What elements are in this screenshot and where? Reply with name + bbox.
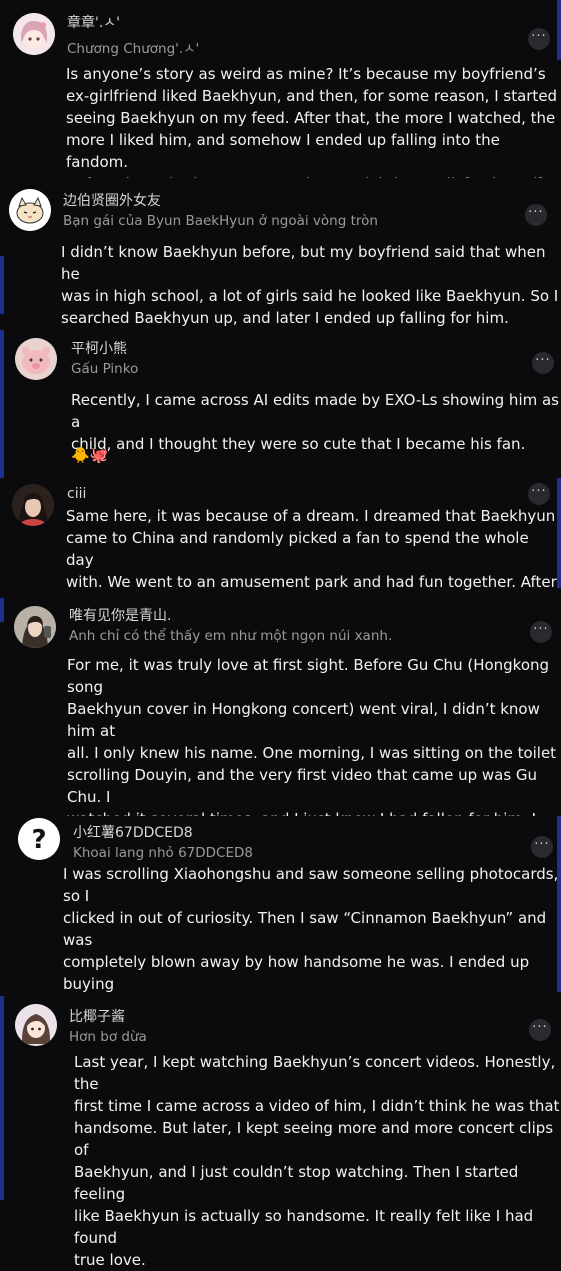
commenter-name-translation: Chương Chương'.ㅅ' — [67, 41, 200, 57]
comment-card: 章章'.ㅅ' Chương Chương'.ㅅ' ··· Is anyone’s… — [0, 0, 561, 193]
more-options-icon[interactable]: ··· — [528, 483, 550, 505]
commenter-name[interactable]: 边伯贤圈外女友 — [63, 190, 161, 210]
avatar[interactable] — [15, 338, 57, 380]
commenter-name-translation: Gấu Pinko — [71, 361, 139, 377]
commenter-name[interactable]: 唯有见你是青山. — [69, 605, 171, 625]
avatar[interactable] — [9, 189, 51, 231]
more-options-icon[interactable]: ··· — [531, 836, 553, 858]
svg-text:?: ? — [31, 825, 46, 855]
avatar[interactable] — [15, 1004, 57, 1046]
avatar[interactable] — [12, 484, 54, 526]
comment-card: ciii ··· Same here, it was because of a … — [0, 478, 561, 635]
comment-text: Recently, I came across AI edits made by… — [71, 391, 559, 453]
accent-bar — [557, 0, 561, 60]
comment-card: 比椰子酱 Hơn bơ dừa ··· Last year, I kept wa… — [0, 996, 561, 1269]
more-options-icon[interactable]: ··· — [529, 1019, 551, 1041]
comment-card: 边伯贤圈外女友 Bạn gái của Byun BaekHyun ở ngoà… — [0, 178, 561, 327]
accent-bar — [0, 330, 4, 480]
avatar[interactable] — [13, 13, 55, 55]
more-options-icon[interactable]: ··· — [528, 28, 550, 50]
comment-text: Last year, I kept watching Baekhyun’s co… — [74, 1053, 560, 1269]
avatar[interactable]: ? — [18, 818, 60, 860]
comment-card: 唯有见你是青山. Anh chỉ có thể thấy em như một … — [0, 598, 561, 916]
accent-bar — [0, 256, 4, 314]
commenter-name-translation: Bạn gái của Byun BaekHyun ở ngoài vòng t… — [63, 213, 378, 229]
more-options-icon[interactable]: ··· — [525, 204, 547, 226]
more-options-icon[interactable]: ··· — [530, 621, 552, 643]
comment-text: Is anyone’s story as weird as mine? It’s… — [66, 65, 558, 193]
accent-bar — [0, 996, 4, 1200]
comment-card: 平柯小熊 Gấu Pinko ··· Recently, I came acro… — [0, 330, 561, 480]
reaction-emojis: 🐥🐙 — [71, 446, 109, 464]
more-options-icon[interactable]: ··· — [532, 352, 554, 374]
avatar[interactable] — [14, 606, 56, 648]
question-mark-icon: ? — [18, 818, 60, 860]
commenter-name[interactable]: 小红薯67DDCED8 — [73, 822, 193, 842]
commenter-name-translation: Anh chỉ có thể thấy em như một ngọn núi … — [69, 628, 393, 644]
comment-text: I didn’t know Baekhyun before, but my bo… — [61, 243, 559, 327]
commenter-name-translation: Hơn bơ dừa — [69, 1029, 147, 1045]
comment-card: ? 小红薯67DDCED8 Khoai lang nhỏ 67DDCED8 ··… — [0, 816, 561, 1103]
accent-bar — [0, 598, 4, 622]
commenter-name[interactable]: 比椰子酱 — [69, 1006, 125, 1026]
commenter-name[interactable]: 章章'.ㅅ' — [67, 12, 120, 32]
commenter-name[interactable]: 平柯小熊 — [71, 338, 127, 358]
commenter-name[interactable]: ciii — [67, 486, 86, 502]
commenter-name-translation: Khoai lang nhỏ 67DDCED8 — [73, 845, 253, 861]
